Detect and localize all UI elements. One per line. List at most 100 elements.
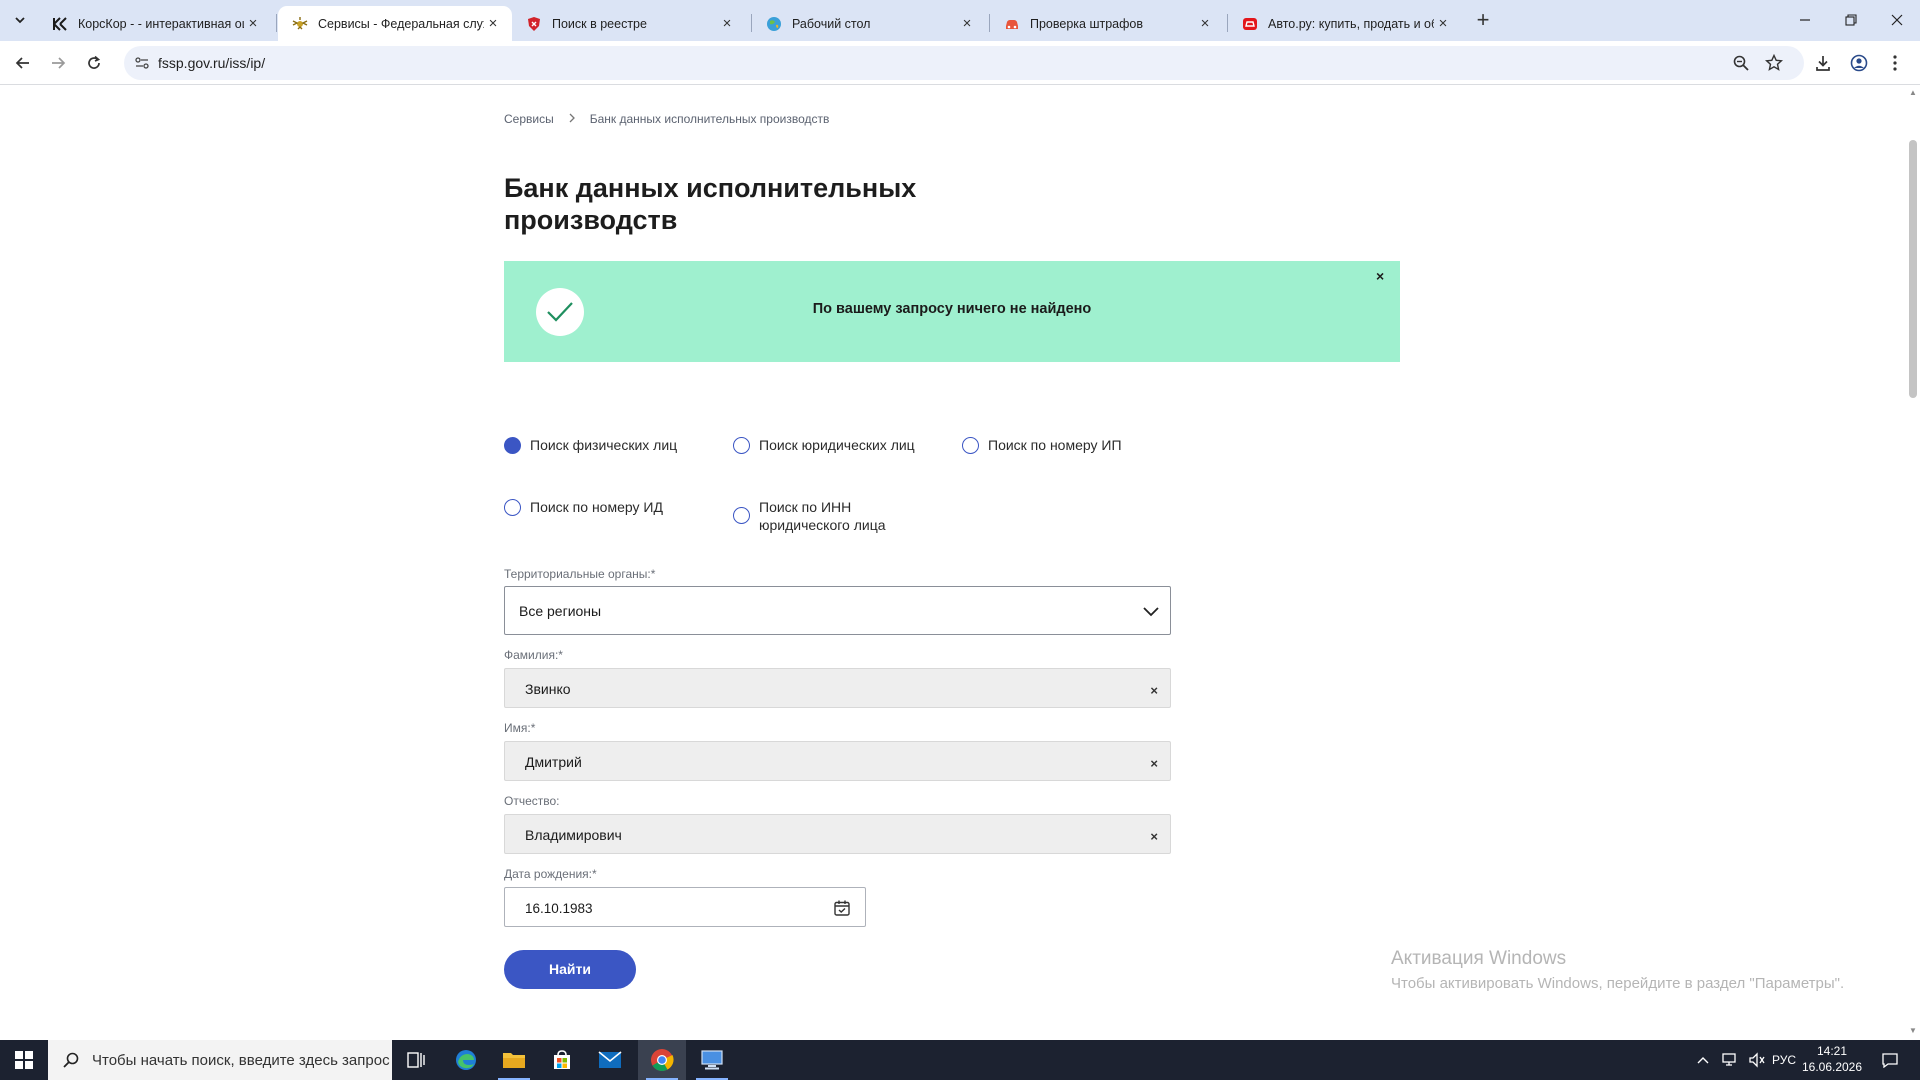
mail-app-button[interactable]: [586, 1040, 634, 1080]
address-bar[interactable]: fssp.gov.ru/iss/ip/: [124, 46, 1804, 80]
firstname-field[interactable]: Дмитрий ×: [504, 741, 1171, 781]
tab-fines[interactable]: Проверка штрафов ×: [990, 6, 1224, 41]
lastname-field[interactable]: Звинко ×: [504, 668, 1171, 708]
volume-tray-button[interactable]: [1744, 1040, 1770, 1080]
close-tab-icon[interactable]: ×: [718, 15, 736, 33]
tab-title: Проверка штрафов: [1030, 16, 1143, 31]
find-button[interactable]: Найти: [504, 950, 636, 989]
shield-icon: [526, 16, 542, 32]
edge-icon: [456, 1050, 476, 1070]
bookmark-star-icon[interactable]: [1764, 53, 1784, 77]
birthdate-value: 16.10.1983: [525, 901, 593, 916]
chevron-down-icon: [1143, 607, 1159, 617]
radio-label: Поиск юридических лиц: [759, 437, 915, 453]
tab-korskor[interactable]: КорсКор - - интерактивная оце ×: [38, 6, 272, 41]
restore-icon: [1845, 14, 1857, 26]
close-tab-icon[interactable]: ×: [958, 15, 976, 33]
patronymic-label: Отчество:: [504, 794, 560, 808]
profile-button[interactable]: [1845, 49, 1873, 77]
radio-empty-icon: [733, 507, 750, 524]
breadcrumb-link-services[interactable]: Сервисы: [504, 112, 554, 126]
region-select[interactable]: Все регионы: [504, 586, 1171, 635]
minimize-icon: [1800, 19, 1810, 21]
network-tray-button[interactable]: [1716, 1040, 1742, 1080]
tab-search-menu-button[interactable]: [8, 8, 32, 32]
tab-autoru[interactable]: Авто.ру: купить, продать и обм ×: [1228, 6, 1462, 41]
chevron-right-icon: [568, 112, 576, 126]
chevron-up-icon: [1697, 1057, 1709, 1064]
radio-ip-number[interactable]: Поиск по номеру ИП: [962, 436, 1122, 454]
close-tab-icon[interactable]: ×: [244, 15, 262, 33]
korskor-icon: [52, 16, 68, 32]
arrow-left-icon: [15, 57, 29, 69]
tab-desktop[interactable]: Рабочий стол ×: [752, 6, 986, 41]
edge-app-button[interactable]: [442, 1040, 490, 1080]
notifications-button[interactable]: [1870, 1040, 1910, 1080]
start-button[interactable]: [0, 1040, 47, 1080]
radio-legal-entities[interactable]: Поиск юридических лиц: [733, 436, 915, 454]
breadcrumb: Сервисы Банк данных исполнительных произ…: [504, 112, 829, 126]
clear-patronymic-icon[interactable]: ×: [1150, 830, 1158, 843]
tray-overflow-button[interactable]: [1692, 1040, 1714, 1080]
close-tab-icon[interactable]: ×: [1434, 15, 1452, 33]
profile-icon: [1850, 54, 1868, 72]
radio-label: Поиск по номеру ИД: [530, 499, 663, 515]
site-settings-icon[interactable]: [134, 55, 150, 76]
banner-message: По вашему запросу ничего не найдено: [812, 301, 1092, 317]
close-tab-icon[interactable]: ×: [1196, 15, 1214, 33]
close-icon: [1891, 14, 1903, 26]
volume-muted-icon: [1749, 1052, 1765, 1068]
language-indicator[interactable]: РУС: [1768, 1040, 1800, 1080]
tab-title: Рабочий стол: [792, 16, 871, 31]
taskbar-clock[interactable]: 14:21 16.06.2026: [1800, 1043, 1864, 1075]
restore-button[interactable]: [1828, 0, 1874, 40]
radio-inn[interactable]: Поиск по ИНН юридического лица: [733, 498, 899, 534]
chrome-app-button[interactable]: [638, 1040, 686, 1080]
downloads-button[interactable]: [1809, 49, 1837, 77]
banner-close-icon[interactable]: ×: [1376, 269, 1390, 283]
remote-app-button[interactable]: [688, 1040, 736, 1080]
computer-icon: [701, 1050, 723, 1070]
patronymic-field[interactable]: Владимирович ×: [504, 814, 1171, 854]
radio-individuals[interactable]: Поиск физических лиц: [504, 436, 677, 454]
close-tab-icon[interactable]: ×: [484, 15, 502, 33]
page-scrollbar[interactable]: ▲ ▼: [1906, 86, 1920, 1038]
file-explorer-button[interactable]: [490, 1040, 538, 1080]
windows-logo-icon: [14, 1051, 33, 1069]
new-tab-button[interactable]: +: [1470, 8, 1496, 34]
scroll-down-arrow-icon[interactable]: ▼: [1909, 1026, 1917, 1035]
store-app-button[interactable]: [538, 1040, 586, 1080]
network-icon: [1722, 1053, 1736, 1066]
close-window-button[interactable]: [1874, 0, 1920, 40]
reload-button[interactable]: [80, 49, 108, 77]
radio-empty-icon: [962, 437, 979, 454]
search-icon: [63, 1052, 79, 1068]
tab-title: КорсКор - - интерактивная оце: [78, 16, 244, 31]
tab-strip: КорсКор - - интерактивная оце × Сервисы …: [0, 0, 1920, 41]
browser-menu-button[interactable]: [1881, 49, 1909, 77]
clear-firstname-icon[interactable]: ×: [1150, 757, 1158, 770]
chrome-icon: [651, 1049, 674, 1071]
arrow-right-icon: [52, 57, 66, 69]
taskbar-search-box[interactable]: Чтобы начать поиск, введите здесь запрос: [48, 1040, 392, 1080]
windows-taskbar: Чтобы начать поиск, введите здесь запрос: [0, 1040, 1920, 1080]
scrollbar-thumb[interactable]: [1909, 140, 1917, 398]
scroll-up-arrow-icon[interactable]: ▲: [1909, 88, 1917, 97]
page-viewport: Сервисы Банк данных исполнительных произ…: [0, 86, 1902, 1038]
minimize-button[interactable]: [1782, 0, 1828, 40]
clear-lastname-icon[interactable]: ×: [1150, 684, 1158, 697]
radio-id-number[interactable]: Поиск по номеру ИД: [504, 498, 663, 516]
clock-time: 14:21: [1816, 1044, 1848, 1058]
birthdate-field[interactable]: 16.10.1983: [504, 887, 866, 927]
zoom-icon[interactable]: [1732, 54, 1750, 77]
calendar-icon[interactable]: [833, 899, 851, 917]
forward-button[interactable]: [44, 49, 72, 77]
chevron-down-icon: [15, 17, 25, 24]
task-view-button[interactable]: [392, 1040, 440, 1080]
radio-label: Поиск физических лиц: [530, 437, 678, 453]
tab-title: Поиск в реестре: [552, 16, 647, 31]
tab-registry[interactable]: Поиск в реестре ×: [512, 6, 746, 41]
radio-label: Поиск по ИНН юридического лица: [759, 499, 886, 533]
tab-fssp[interactable]: Сервисы - Федеральная служб ×: [278, 6, 512, 41]
back-button[interactable]: [9, 49, 37, 77]
